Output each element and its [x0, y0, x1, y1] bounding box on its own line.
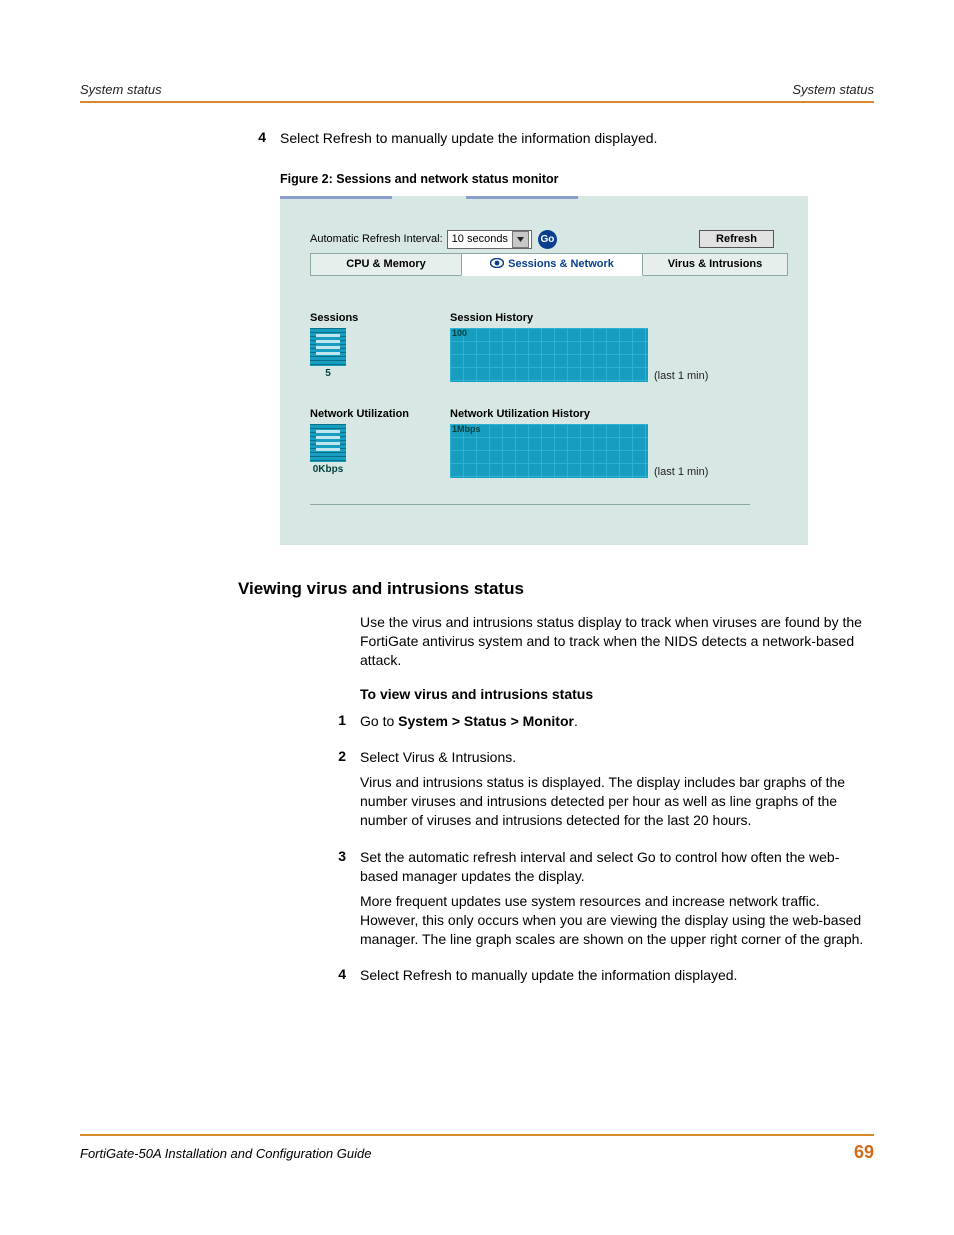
step-number: 2 — [318, 748, 360, 836]
step-text: Select Refresh to manually update the in… — [360, 966, 874, 985]
step-text: Set the automatic refresh interval and s… — [360, 848, 874, 886]
figure-caption: Figure 2: Sessions and network status mo… — [280, 172, 874, 186]
tab-sessions-network[interactable]: Sessions & Network — [461, 253, 643, 276]
step-number: 1 — [318, 712, 360, 737]
refresh-interval-label: Automatic Refresh Interval: — [310, 233, 443, 245]
step-3: 3 Set the automatic refresh interval and… — [318, 848, 874, 954]
sessions-label: Sessions — [310, 312, 450, 324]
step-4: 4 Select Refresh to manually update the … — [318, 966, 874, 991]
network-row: Network Utilization 0Kbps Network Utiliz… — [310, 408, 788, 478]
sessions-row: Sessions 5 Session History 100 (last 1 m… — [310, 312, 788, 382]
step-2: 2 Select Virus & Intrusions. Virus and i… — [318, 748, 874, 836]
session-history-chart: 100 — [450, 328, 648, 382]
network-value: 0Kbps — [310, 464, 346, 475]
section-subheading: To view virus and intrusions status — [360, 686, 874, 702]
step-text: Select Virus & Intrusions. — [360, 748, 874, 767]
network-history-chart: 1Mbps — [450, 424, 648, 478]
step-text: Go to System > Status > Monitor. — [360, 712, 874, 731]
section-intro: Use the virus and intrusions status disp… — [360, 613, 874, 670]
footer-left: FortiGate-50A Installation and Configura… — [80, 1146, 371, 1161]
step-text: More frequent updates use system resourc… — [360, 892, 874, 949]
page-footer: FortiGate-50A Installation and Configura… — [80, 1134, 874, 1163]
network-label: Network Utilization — [310, 408, 450, 420]
network-history-label: Network Utilization History — [450, 408, 788, 420]
figure-top-highlights — [280, 196, 578, 199]
tab-sessions-label: Sessions & Network — [508, 258, 614, 270]
eye-icon — [490, 258, 504, 271]
monitor-tabs: CPU & Memory Sessions & Network Virus & … — [310, 253, 788, 276]
header-left: System status — [80, 82, 162, 97]
section-heading: Viewing virus and intrusions status — [238, 579, 874, 599]
step-text: Virus and intrusions status is displayed… — [360, 773, 874, 830]
step-text: Select Refresh to manually update the in… — [280, 129, 874, 148]
chevron-down-icon — [512, 231, 529, 248]
header-right: System status — [792, 82, 874, 97]
tab-cpu-memory[interactable]: CPU & Memory — [310, 253, 461, 276]
network-history-last: (last 1 min) — [654, 466, 708, 478]
session-history-ylabel: 100 — [452, 328, 467, 338]
refresh-interval-value: 10 seconds — [452, 233, 508, 245]
page-header: System status System status — [80, 82, 874, 103]
session-history-last: (last 1 min) — [654, 370, 708, 382]
network-mini-chart — [310, 424, 346, 462]
tab-virus-intrusions[interactable]: Virus & Intrusions — [643, 253, 788, 276]
step-number: 4 — [238, 129, 280, 154]
session-history-label: Session History — [450, 312, 788, 324]
page-number: 69 — [854, 1142, 874, 1163]
network-history-ylabel: 1Mbps — [452, 424, 481, 434]
step-number: 4 — [318, 966, 360, 991]
refresh-interval-select[interactable]: 10 seconds — [447, 230, 532, 249]
pre-step-4: 4 Select Refresh to manually update the … — [238, 129, 874, 154]
figure-2: Automatic Refresh Interval: 10 seconds G… — [280, 196, 808, 545]
go-button[interactable]: Go — [538, 230, 557, 249]
panel-divider — [310, 504, 750, 505]
refresh-button[interactable]: Refresh — [699, 230, 774, 248]
step-1: 1 Go to System > Status > Monitor. — [318, 712, 874, 737]
step-number: 3 — [318, 848, 360, 954]
sessions-mini-chart — [310, 328, 346, 366]
sessions-value: 5 — [310, 368, 346, 379]
